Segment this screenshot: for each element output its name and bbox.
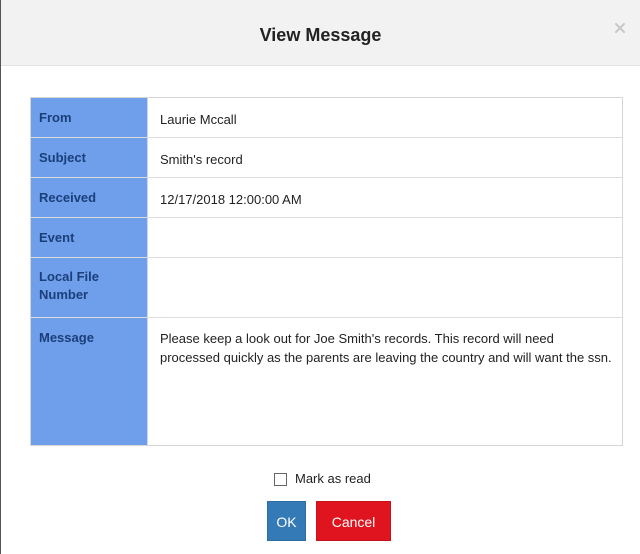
window-edge bbox=[0, 0, 1, 554]
table-row-message: Message Please keep a look out for Joe S… bbox=[31, 318, 622, 445]
table-row-subject: Subject Smith's record bbox=[31, 138, 622, 178]
row-label: Received bbox=[31, 178, 148, 217]
row-value: Laurie Mccall bbox=[160, 112, 237, 127]
row-label: Event bbox=[31, 218, 148, 257]
close-icon[interactable] bbox=[612, 20, 628, 36]
row-value: Smith's record bbox=[160, 152, 243, 167]
row-value bbox=[149, 258, 622, 317]
row-value: 12/17/2018 12:00:00 AM bbox=[160, 192, 302, 207]
row-label: Message bbox=[31, 318, 148, 445]
dialog-header: View Message bbox=[1, 0, 640, 66]
table-row-local-file-number: Local File Number bbox=[31, 258, 622, 318]
row-label: From bbox=[31, 98, 148, 137]
row-label: Subject bbox=[31, 138, 148, 177]
view-message-dialog: View Message From Laurie Mccall Subject … bbox=[0, 0, 640, 554]
message-body: Please keep a look out for Joe Smith's r… bbox=[160, 331, 612, 365]
mark-as-read-label[interactable]: Mark as read bbox=[295, 471, 371, 487]
table-row-from: From Laurie Mccall bbox=[31, 98, 622, 138]
ok-button[interactable]: OK bbox=[267, 501, 306, 541]
row-value bbox=[149, 218, 622, 257]
dialog-title: View Message bbox=[259, 25, 382, 45]
table-row-event: Event bbox=[31, 218, 622, 258]
message-details-table: From Laurie Mccall Subject Smith's recor… bbox=[30, 97, 623, 446]
mark-as-read-control[interactable]: Mark as read bbox=[274, 471, 371, 487]
table-row-received: Received 12/17/2018 12:00:00 AM bbox=[31, 178, 622, 218]
row-label: Local File Number bbox=[31, 258, 148, 317]
cancel-button[interactable]: Cancel bbox=[316, 501, 391, 541]
mark-as-read-checkbox[interactable] bbox=[274, 472, 287, 486]
